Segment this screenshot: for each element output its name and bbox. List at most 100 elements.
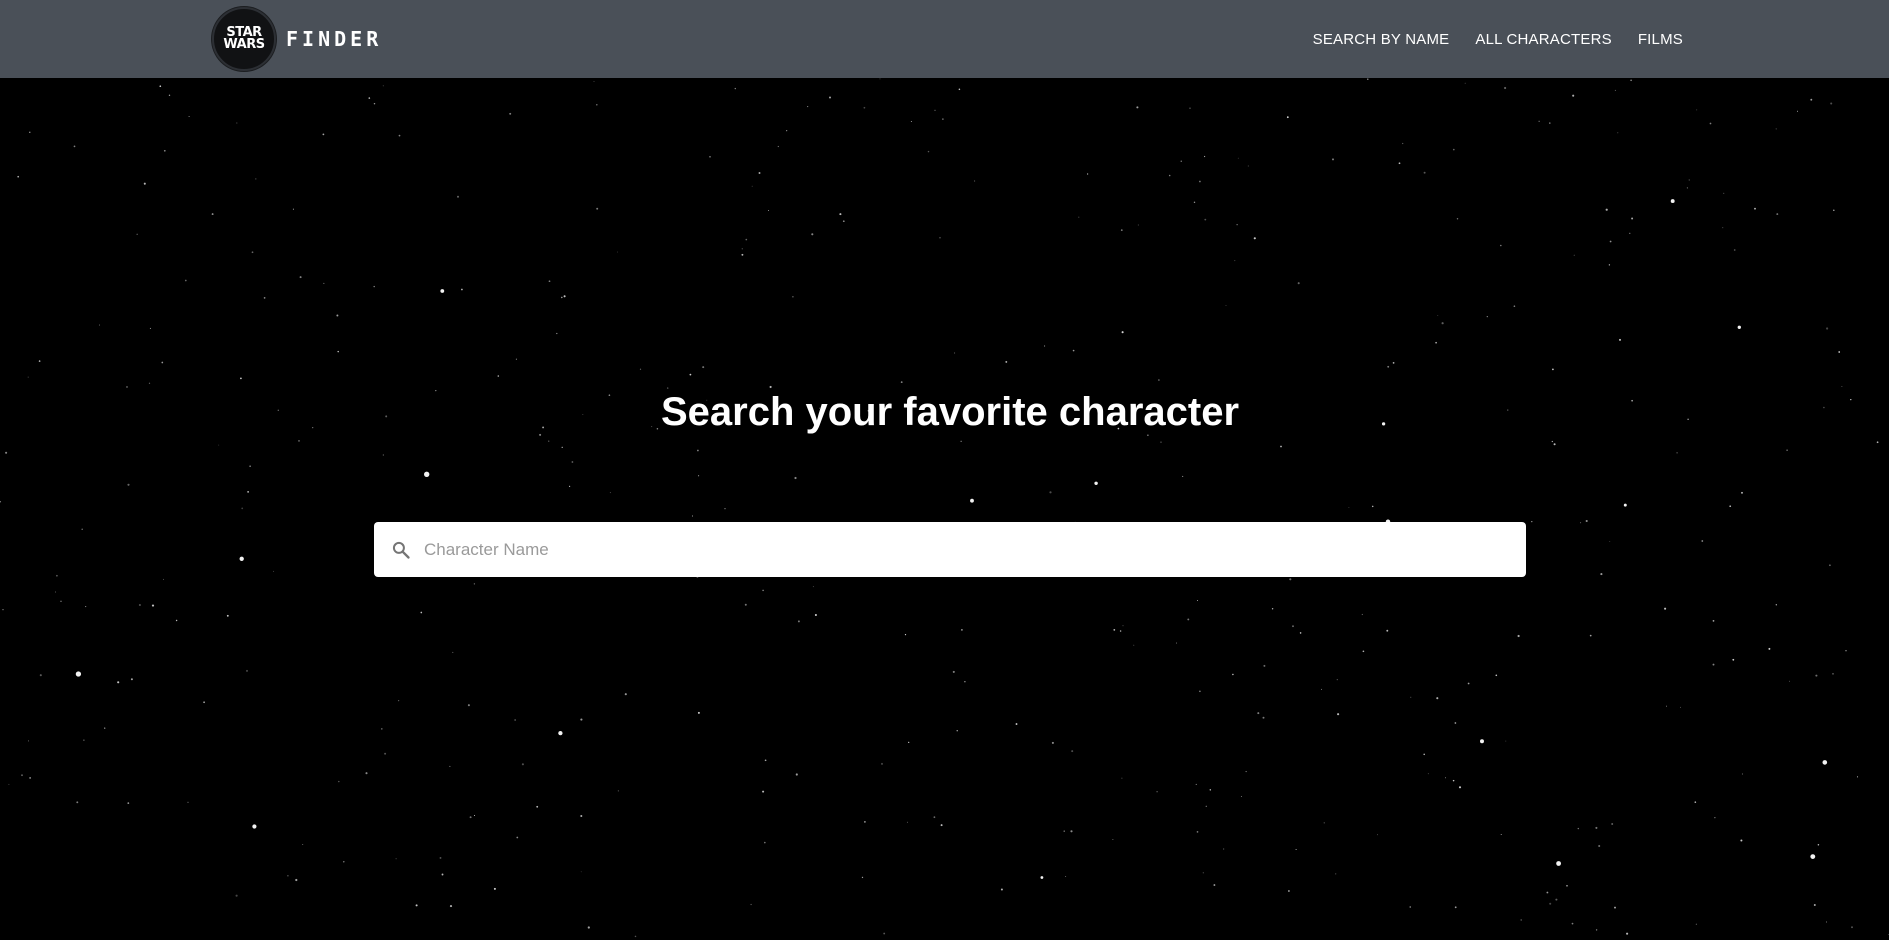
star xyxy=(1630,79,1632,82)
star xyxy=(1094,481,1098,486)
star xyxy=(236,122,238,124)
star xyxy=(1546,891,1549,894)
home-logo-link[interactable]: STAR WARS FINDER xyxy=(212,6,382,72)
star xyxy=(794,476,797,480)
star xyxy=(1741,773,1743,775)
star xyxy=(1299,632,1302,634)
star xyxy=(1595,929,1598,931)
star xyxy=(1832,673,1834,675)
star xyxy=(1664,607,1667,610)
star xyxy=(60,600,62,602)
star xyxy=(1775,604,1777,606)
star xyxy=(580,814,583,818)
star xyxy=(497,375,500,377)
star xyxy=(1133,644,1135,646)
star xyxy=(1427,773,1429,775)
star xyxy=(76,801,79,804)
star xyxy=(954,352,956,354)
star xyxy=(1180,160,1182,162)
star xyxy=(251,251,254,254)
star xyxy=(764,841,766,844)
star xyxy=(1589,634,1592,637)
star xyxy=(1609,541,1611,542)
star xyxy=(104,727,106,729)
star xyxy=(1555,898,1558,901)
star xyxy=(452,651,454,653)
star xyxy=(467,704,470,707)
nav-all-characters[interactable]: ALL CHARACTERS xyxy=(1475,31,1611,48)
star xyxy=(1733,249,1736,251)
star xyxy=(587,926,590,929)
star xyxy=(380,728,383,730)
star xyxy=(1197,600,1198,602)
character-name-input[interactable] xyxy=(422,521,1526,578)
star xyxy=(1553,443,1556,446)
star xyxy=(127,483,130,486)
nav-films[interactable]: FILMS xyxy=(1638,31,1683,48)
star xyxy=(1225,305,1227,307)
star xyxy=(1571,922,1574,925)
star xyxy=(1729,505,1732,508)
nav-search-by-name[interactable]: SEARCH BY NAME xyxy=(1313,31,1450,48)
star xyxy=(29,777,31,779)
star xyxy=(39,674,42,677)
star xyxy=(1445,777,1446,779)
star xyxy=(1605,208,1608,211)
star xyxy=(777,145,779,148)
star xyxy=(792,295,794,298)
star xyxy=(1737,325,1741,329)
star xyxy=(1598,844,1601,848)
star xyxy=(1712,620,1715,622)
star xyxy=(1361,613,1363,616)
star xyxy=(1580,522,1582,524)
star xyxy=(1826,327,1829,330)
star xyxy=(1202,872,1204,874)
star xyxy=(1136,106,1139,109)
star xyxy=(1732,658,1735,661)
star xyxy=(596,207,599,210)
star xyxy=(5,451,8,454)
star xyxy=(255,178,257,180)
star xyxy=(1198,180,1201,183)
star xyxy=(29,131,31,133)
star xyxy=(839,213,842,216)
star xyxy=(1331,158,1335,161)
star xyxy=(28,740,29,742)
star xyxy=(960,440,962,442)
star xyxy=(1044,345,1046,347)
star xyxy=(1551,440,1553,443)
star xyxy=(239,556,244,561)
star xyxy=(218,444,220,446)
search-bar[interactable] xyxy=(374,521,1526,578)
star xyxy=(910,120,912,123)
star xyxy=(1000,888,1003,891)
star xyxy=(1187,618,1190,621)
star xyxy=(1694,801,1697,803)
star xyxy=(1709,122,1712,125)
star xyxy=(473,583,476,585)
star xyxy=(473,814,476,817)
star xyxy=(1577,827,1580,830)
page: STAR WARS FINDER SEARCH BY NAME ALL CHAR… xyxy=(0,0,1889,940)
star xyxy=(970,498,974,503)
star xyxy=(1740,839,1743,842)
star xyxy=(1367,78,1369,80)
star xyxy=(168,94,171,96)
star xyxy=(741,248,743,250)
star xyxy=(1619,338,1621,341)
star xyxy=(1289,578,1292,581)
star xyxy=(1423,171,1426,174)
star xyxy=(1193,201,1196,204)
star xyxy=(1441,322,1444,325)
star xyxy=(1295,848,1297,851)
star xyxy=(1335,873,1337,875)
star xyxy=(560,296,563,299)
star xyxy=(252,824,257,829)
star xyxy=(398,134,401,137)
star xyxy=(73,145,76,148)
star xyxy=(563,295,566,298)
star xyxy=(397,699,400,702)
star xyxy=(299,276,302,279)
star xyxy=(593,81,595,82)
page-title: Search your favorite character xyxy=(660,390,1240,434)
